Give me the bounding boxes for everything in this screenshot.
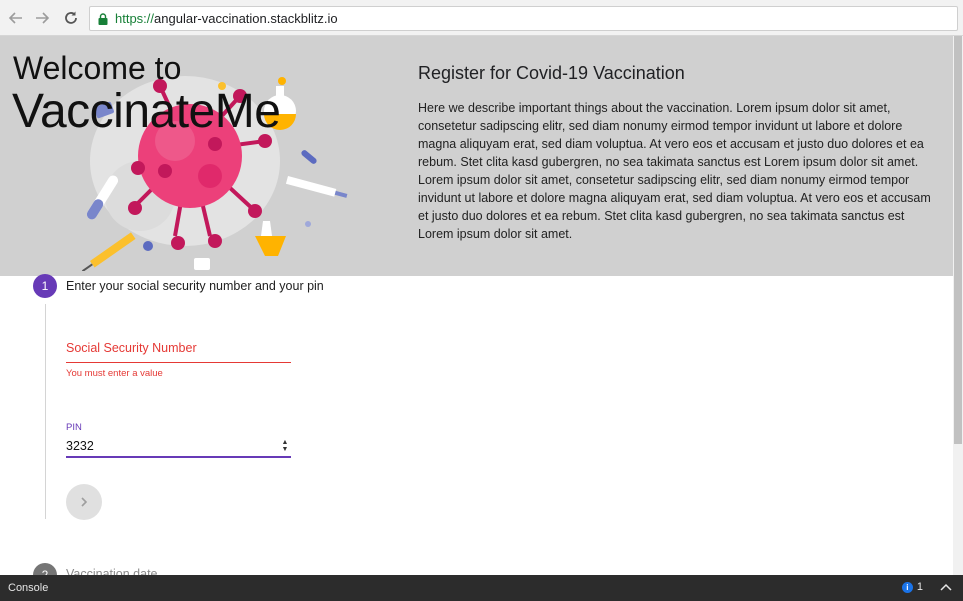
- forward-icon[interactable]: [32, 8, 52, 28]
- chevron-up-icon[interactable]: [939, 581, 953, 595]
- back-icon[interactable]: [6, 8, 26, 28]
- pin-stepper-icon[interactable]: ▲ ▼: [281, 439, 289, 453]
- scrollbar-thumb[interactable]: [954, 36, 962, 444]
- step-connector: [45, 304, 46, 519]
- info-icon: i: [901, 581, 913, 593]
- ssn-input[interactable]: Social Security Number: [66, 341, 291, 363]
- pin-label: PIN: [66, 422, 82, 433]
- step-1-label[interactable]: Enter your social security number and yo…: [66, 279, 324, 293]
- console-count-value: 1: [916, 581, 923, 593]
- brand-title: VaccinateMe: [12, 85, 281, 138]
- console-label[interactable]: Console: [8, 582, 48, 594]
- step-2-label[interactable]: Vaccination date: [66, 567, 158, 575]
- lock-icon: [98, 12, 108, 25]
- step-1-indicator[interactable]: 1: [33, 274, 57, 298]
- url-scheme: https://: [115, 11, 155, 26]
- hero-banner: Welcome to VaccinateMe Register for Covi…: [0, 36, 953, 276]
- page-content: Welcome to VaccinateMe Register for Covi…: [0, 36, 953, 575]
- page-scrollbar[interactable]: [953, 36, 963, 575]
- step-2-indicator[interactable]: 2: [33, 563, 57, 575]
- hero-description: Here we describe important things about …: [418, 101, 931, 241]
- next-step-button[interactable]: [66, 484, 102, 520]
- console-panel-bar[interactable]: Console i 1: [0, 575, 963, 601]
- reload-icon[interactable]: [61, 8, 81, 28]
- address-bar[interactable]: https://angular-vaccination.stackblitz.i…: [89, 6, 958, 31]
- chevron-right-icon: [81, 497, 88, 507]
- welcome-text: Welcome to: [13, 50, 182, 86]
- pin-field[interactable]: PIN ▲▼: [66, 422, 291, 458]
- page-title: Register for Covid-19 Vaccination: [418, 63, 685, 83]
- ssn-field[interactable]: Social Security Number You must enter a …: [66, 341, 291, 379]
- pin-input[interactable]: [66, 436, 291, 458]
- browser-toolbar: https://angular-vaccination.stackblitz.i…: [0, 0, 963, 36]
- ssn-error-message: You must enter a value: [66, 368, 163, 379]
- url-host: angular-vaccination.stackblitz.io: [154, 11, 338, 26]
- console-message-count[interactable]: i 1: [901, 581, 923, 593]
